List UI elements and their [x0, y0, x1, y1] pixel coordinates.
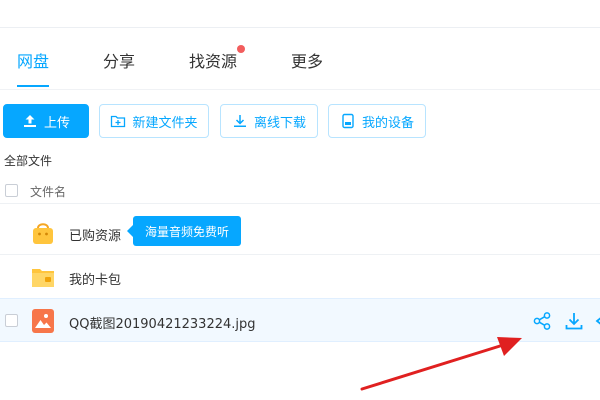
tab-share[interactable]: 分享: [103, 48, 135, 72]
my-devices-button[interactable]: 我的设备: [328, 104, 426, 138]
tab-netdisk[interactable]: 网盘: [17, 48, 50, 87]
row-checkbox[interactable]: [5, 314, 18, 327]
file-row[interactable]: QQ截图20190421233224.jpg: [0, 298, 600, 342]
top-band: [0, 0, 600, 28]
file-name[interactable]: 我的卡包: [69, 269, 121, 288]
file-row[interactable]: 已购资源: [0, 211, 600, 255]
tab-more[interactable]: 更多: [291, 48, 323, 72]
row-actions: [532, 311, 600, 331]
list-header: 文件名: [0, 178, 600, 204]
image-file-icon: [32, 309, 54, 333]
tab-find-resources-label: 找资源: [189, 52, 238, 71]
offline-download-button[interactable]: 离线下载: [220, 104, 318, 138]
column-file-name[interactable]: 文件名: [30, 183, 66, 200]
notification-dot: [237, 45, 246, 53]
download-icon[interactable]: [564, 311, 584, 331]
my-devices-label: 我的设备: [361, 115, 414, 131]
new-folder-icon: [111, 115, 126, 128]
device-icon: [342, 113, 354, 129]
promo-tooltip[interactable]: 海量音频免费听: [126, 216, 242, 246]
upload-button[interactable]: 上传: [3, 104, 89, 138]
more-actions-icon[interactable]: [594, 311, 600, 331]
netdisk-window: 网盘 分享 找资源 更多 上传 新建文件夹 离线下载 我的设备 全部文件 文件名…: [0, 0, 600, 400]
tab-netdisk-label: 网盘: [17, 52, 50, 71]
select-all-checkbox[interactable]: [5, 184, 18, 197]
new-folder-button[interactable]: 新建文件夹: [99, 104, 209, 138]
tab-share-label: 分享: [103, 52, 136, 71]
shopping-bag-icon: [33, 223, 53, 244]
toolbar: 上传 新建文件夹 离线下载 我的设备: [0, 104, 600, 140]
breadcrumb[interactable]: 全部文件: [4, 152, 52, 169]
card-folder-icon: [32, 269, 54, 287]
offline-download-label: 离线下载: [253, 115, 306, 131]
active-tab-underline: [17, 85, 50, 87]
main-nav: 网盘 分享 找资源 更多: [0, 28, 600, 90]
file-name[interactable]: QQ截图20190421233224.jpg: [69, 313, 256, 332]
tab-more-label: 更多: [291, 52, 324, 71]
download-icon: [233, 115, 246, 127]
upload-icon: [23, 115, 36, 127]
file-name[interactable]: 已购资源: [69, 225, 121, 244]
tab-find-resources[interactable]: 找资源: [189, 45, 246, 72]
promo-tooltip-text: 海量音频免费听: [145, 224, 230, 239]
new-folder-label: 新建文件夹: [132, 115, 198, 131]
share-icon[interactable]: [532, 311, 552, 331]
upload-label: 上传: [43, 115, 70, 131]
file-row[interactable]: 我的卡包: [0, 255, 600, 299]
